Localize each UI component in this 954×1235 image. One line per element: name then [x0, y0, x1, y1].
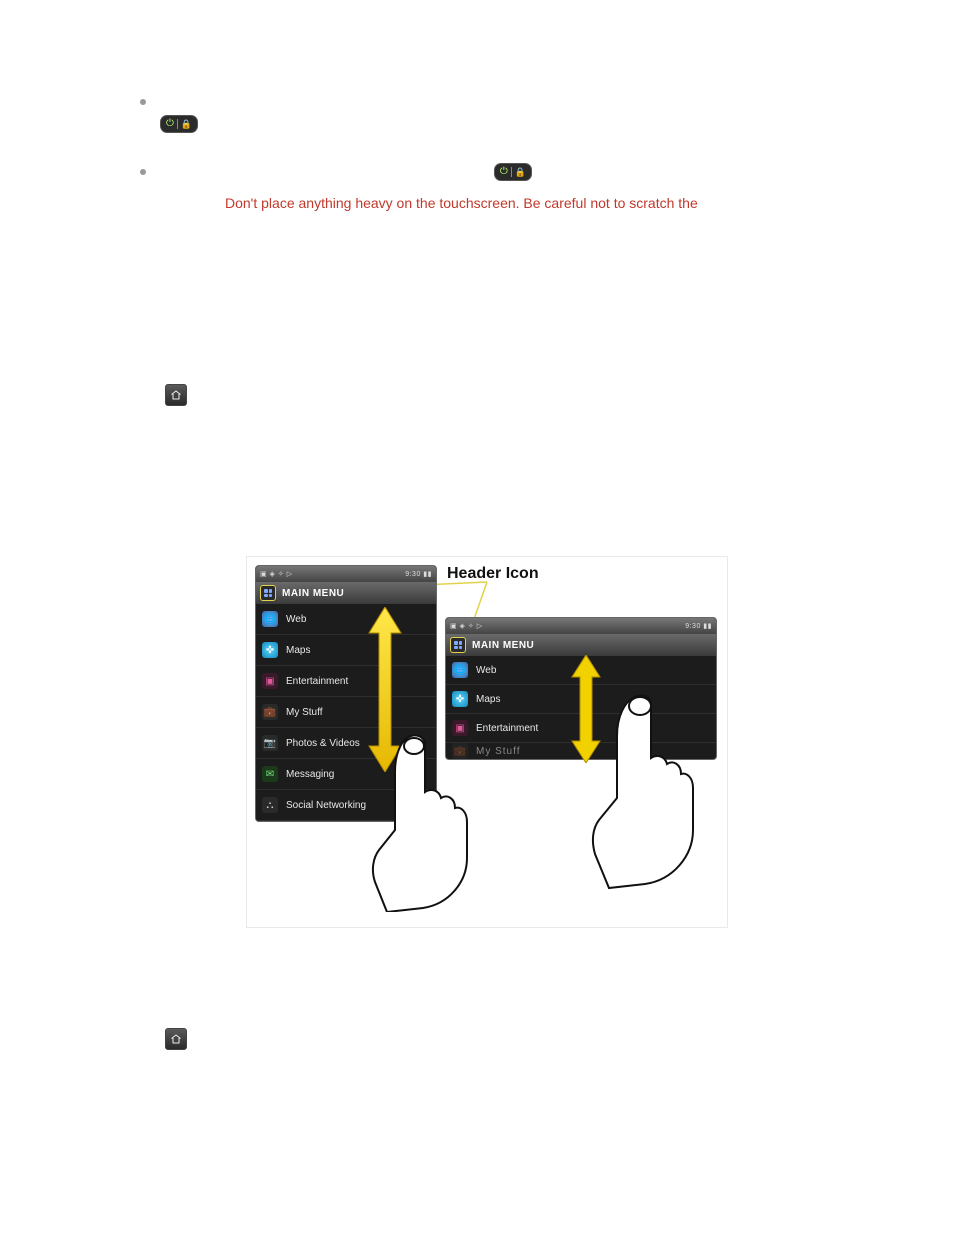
power-lock-key-icon: ⏻🔒	[494, 163, 532, 181]
menu-label: Maps	[286, 645, 310, 656]
phone-landscape-mock: ▣ ◈ ✧ ▷ 9:30 ▮▮ MAIN MENU 🌐 Web ✜ Maps	[445, 617, 717, 760]
menu-item-social[interactable]: ⛬ Social Networking	[256, 790, 436, 821]
maps-icon: ✜	[262, 642, 278, 658]
menu-item-photos-videos[interactable]: 📷 Photos & Videos	[256, 728, 436, 759]
home-icon	[165, 1028, 187, 1050]
menu-item-web[interactable]: 🌐 Web	[446, 656, 716, 685]
menu-item-my-stuff[interactable]: 💼 My Stuff	[256, 697, 436, 728]
menu-item-maps[interactable]: ✜ Maps	[256, 635, 436, 666]
menu-list-landscape: 🌐 Web ✜ Maps ▣ Entertainment 💼 My Stuff	[446, 656, 716, 759]
menu-label: Photos & Videos	[286, 738, 360, 749]
bullet-1: ⏻🔒	[140, 90, 834, 134]
menu-list-portrait: 🌐 Web ✜ Maps ▣ Entertainment 💼 My Stuff …	[256, 604, 436, 821]
status-right: 9:30 ▮▮	[405, 570, 432, 578]
briefcase-icon: 💼	[262, 704, 278, 720]
menu-item-entertainment[interactable]: ▣ Entertainment	[256, 666, 436, 697]
title-bar-text: MAIN MENU	[472, 640, 534, 651]
title-bar: MAIN MENU	[446, 634, 716, 656]
status-bar: ▣ ◈ ✧ ▷ 9:30 ▮▮	[446, 618, 716, 634]
phone-portrait-mock: ▣ ◈ ✧ ▷ 9:30 ▮▮ MAIN MENU 🌐 Web ✜ Maps	[255, 565, 437, 822]
network-icon: ⛬	[262, 797, 278, 813]
messaging-icon: ✉	[262, 766, 278, 782]
header-grid-icon	[260, 585, 276, 601]
menu-label: Social Networking	[286, 800, 366, 811]
camera-icon: 📷	[262, 735, 278, 751]
menu-label: Entertainment	[286, 676, 348, 687]
status-bar: ▣ ◈ ✧ ▷ 9:30 ▮▮	[256, 566, 436, 582]
web-icon: 🌐	[262, 611, 278, 627]
menu-label: Web	[476, 665, 496, 676]
menu-item-messaging[interactable]: ✉ Messaging	[256, 759, 436, 790]
menu-item-maps[interactable]: ✜ Maps	[446, 685, 716, 714]
status-right: 9:30 ▮▮	[685, 622, 712, 630]
bullet-2: ⏻🔒	[140, 160, 834, 182]
menu-item-partial: 💼 My Stuff	[446, 743, 716, 759]
maps-icon: ✜	[452, 691, 468, 707]
menu-label: My Stuff	[286, 707, 323, 718]
bullet-dot-icon	[140, 169, 146, 175]
warning-text: Don't place anything heavy on the touchs…	[225, 192, 834, 214]
briefcase-icon: 💼	[452, 743, 468, 759]
title-bar: MAIN MENU	[256, 582, 436, 604]
bullet-dot-icon	[140, 99, 146, 105]
status-left-icons: ▣ ◈ ✧ ▷	[260, 570, 293, 578]
menu-label: Entertainment	[476, 723, 538, 734]
menu-label: Messaging	[286, 769, 334, 780]
entertainment-icon: ▣	[262, 673, 278, 689]
home-icon	[165, 384, 187, 406]
header-icon-callout-label: Header Icon	[447, 565, 539, 583]
menu-item-web[interactable]: 🌐 Web	[256, 604, 436, 635]
menu-label: My Stuff	[476, 746, 521, 757]
status-left-icons: ▣ ◈ ✧ ▷	[450, 622, 483, 630]
entertainment-icon: ▣	[452, 720, 468, 736]
menu-label: Web	[286, 614, 306, 625]
header-grid-icon	[450, 637, 466, 653]
web-icon: 🌐	[452, 662, 468, 678]
power-lock-key-icon: ⏻🔒	[160, 115, 198, 133]
title-bar-text: MAIN MENU	[282, 588, 344, 599]
scroll-gesture-figure: Header Icon ▣ ◈ ✧ ▷ 9:30 ▮▮ MAIN MENU 🌐 …	[246, 556, 728, 928]
menu-label: Maps	[476, 694, 500, 705]
menu-item-entertainment[interactable]: ▣ Entertainment	[446, 714, 716, 743]
